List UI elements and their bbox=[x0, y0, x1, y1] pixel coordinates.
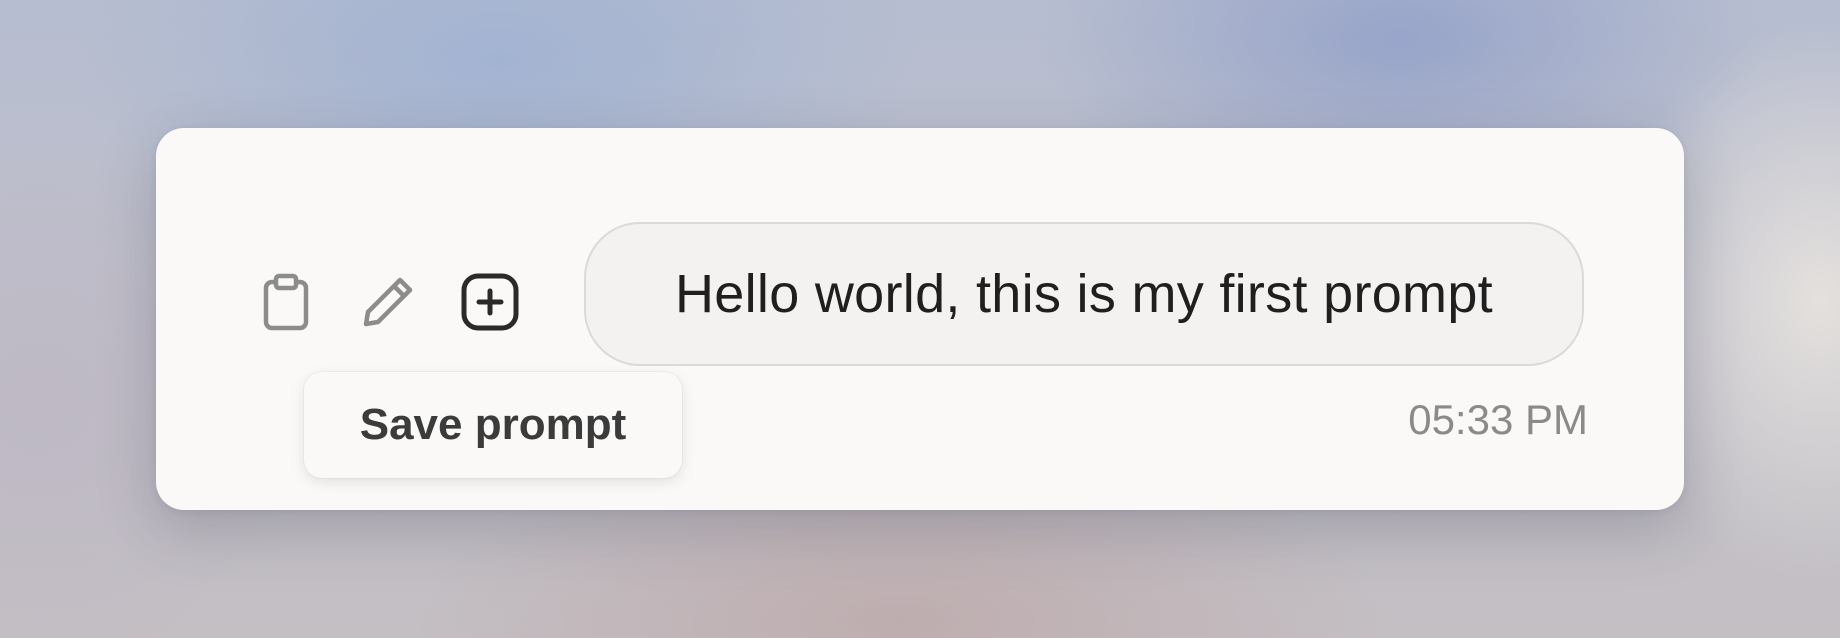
tooltip-label: Save prompt bbox=[359, 400, 627, 449]
copy-button[interactable] bbox=[256, 272, 316, 332]
message-text: Hello world, this is my first prompt bbox=[675, 264, 1493, 324]
message-actions bbox=[256, 272, 520, 332]
plus-square-icon bbox=[461, 273, 519, 331]
pencil-icon bbox=[363, 277, 413, 327]
message-timestamp: 05:33 PM bbox=[1408, 396, 1588, 443]
message-card: Hello world, this is my first prompt Sav… bbox=[156, 128, 1684, 510]
message-bubble: Hello world, this is my first prompt bbox=[584, 222, 1584, 366]
clipboard-icon bbox=[263, 273, 309, 331]
save-prompt-tooltip: Save prompt bbox=[304, 372, 682, 478]
edit-button[interactable] bbox=[358, 272, 418, 332]
save-prompt-button[interactable] bbox=[460, 272, 520, 332]
